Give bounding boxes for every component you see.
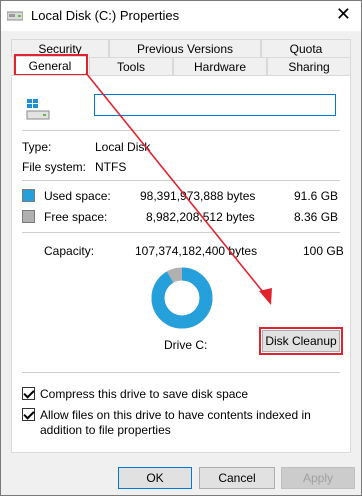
drive-label: Drive C:	[164, 338, 208, 352]
drive-name-input[interactable]	[94, 94, 336, 116]
close-icon[interactable]: ✕	[336, 4, 351, 24]
tab-previous-versions[interactable]: Previous Versions	[109, 39, 261, 57]
tab-label: Quota	[289, 42, 323, 56]
used-space-swatch	[22, 189, 35, 202]
file-system-label: File system:	[22, 160, 87, 174]
type-label: Type:	[22, 140, 52, 154]
ok-button[interactable]: OK	[118, 467, 192, 489]
compress-label: Compress this drive to save disk space	[40, 387, 249, 401]
separator	[22, 180, 340, 181]
general-panel: Type: Local Disk File system: NTFS Used …	[11, 75, 351, 453]
highlight-general-tab	[14, 54, 88, 76]
file-system-value: NTFS	[95, 160, 127, 174]
tab-label: Hardware	[193, 60, 247, 74]
ok-label: OK	[146, 471, 164, 485]
apply-label: Apply	[302, 471, 334, 485]
index-label: Allow files on this drive to have conten…	[40, 408, 311, 437]
compress-checkbox[interactable]	[22, 387, 35, 400]
tab-quota[interactable]: Quota	[261, 39, 351, 57]
drive-icon	[7, 11, 23, 21]
tab-label: Tools	[116, 60, 145, 74]
free-space-bytes: 8,982,208,512 bytes	[146, 210, 255, 224]
used-space-label: Used space:	[44, 189, 111, 203]
windows-drive-icon	[26, 99, 50, 120]
tab-hardware[interactable]: Hardware	[173, 57, 267, 75]
tab-tools[interactable]: Tools	[89, 57, 173, 75]
free-space-gb: 8.36 GB	[294, 210, 339, 224]
title-bar: Local Disk (C:) Properties ✕	[1, 1, 361, 31]
free-space-label: Free space:	[44, 210, 108, 224]
separator	[22, 372, 340, 373]
index-checkbox[interactable]	[22, 408, 35, 421]
window-title: Local Disk (C:) Properties	[31, 8, 180, 23]
disk-usage-donut	[151, 267, 213, 329]
capacity-gb: 100 GB	[303, 244, 344, 258]
apply-button[interactable]: Apply	[281, 467, 355, 489]
tab-sharing[interactable]: Sharing	[267, 57, 351, 75]
tab-label: Sharing	[288, 60, 330, 74]
used-space-arc	[151, 267, 213, 329]
type-value: Local Disk	[95, 140, 151, 154]
free-space-swatch	[22, 210, 35, 223]
tab-label: Previous Versions	[136, 42, 234, 56]
separator	[22, 232, 340, 233]
highlight-disk-cleanup	[259, 327, 343, 355]
used-space-bytes: 98,391,973,888 bytes	[140, 189, 256, 203]
cancel-label: Cancel	[218, 471, 256, 485]
capacity-label: Capacity:	[44, 244, 95, 258]
capacity-bytes: 107,374,182,400 bytes	[135, 244, 258, 258]
separator	[22, 130, 340, 131]
properties-window: Local Disk (C:) Properties ✕ Security Pr…	[0, 0, 362, 496]
cancel-button[interactable]: Cancel	[199, 467, 275, 489]
used-space-gb: 91.6 GB	[294, 189, 339, 203]
